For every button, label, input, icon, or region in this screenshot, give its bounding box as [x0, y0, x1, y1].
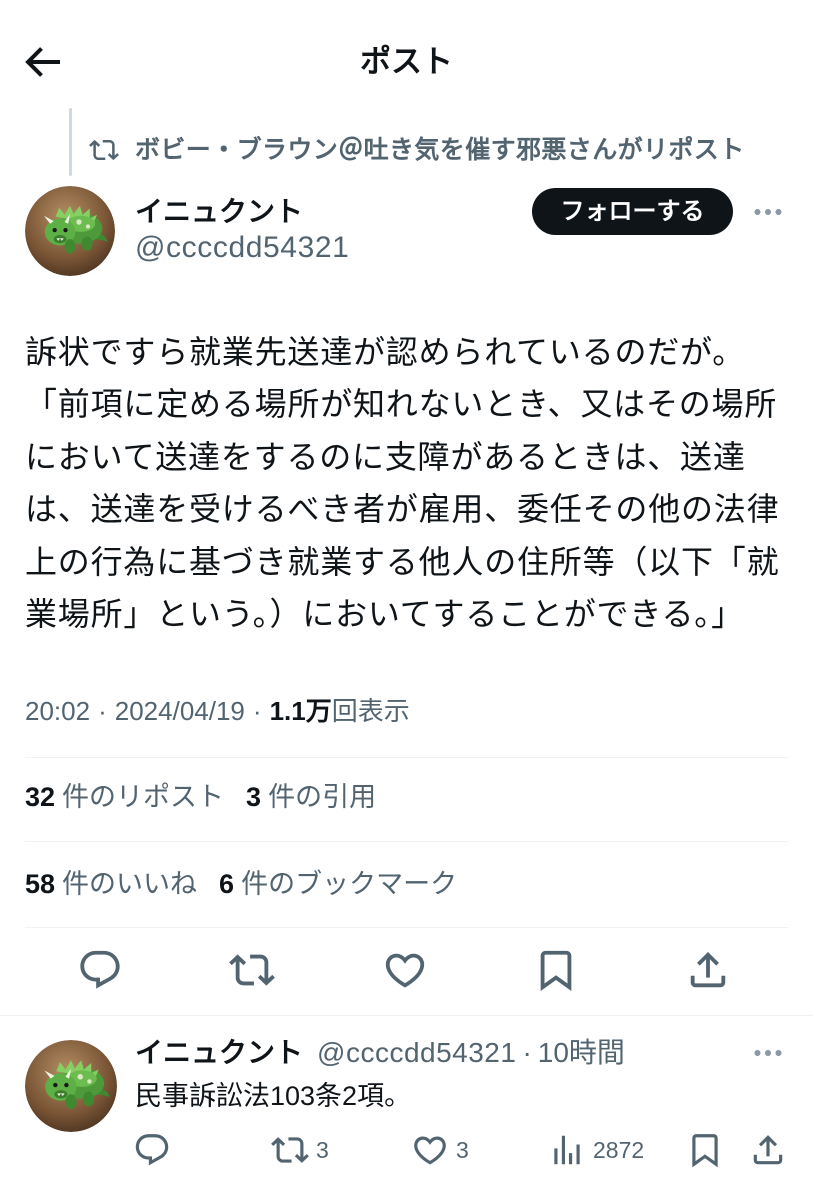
views-button[interactable]: 2872 — [548, 1131, 644, 1169]
retweet-button[interactable]: 3 — [271, 1131, 329, 1169]
separator-dot: · — [98, 696, 107, 726]
reply-icon[interactable] — [77, 947, 123, 993]
share-icon — [749, 1131, 787, 1169]
author-name[interactable]: イニュクント — [135, 194, 303, 230]
views-link[interactable]: 1.1万 回表示 — [270, 693, 410, 729]
retweet-icon — [271, 1131, 309, 1169]
like-count: 3 — [456, 1137, 469, 1163]
like-icon — [411, 1131, 449, 1169]
divider — [25, 757, 788, 758]
likes-stat[interactable]: 58 件のいいね — [25, 866, 197, 902]
views-count: 2872 — [593, 1137, 645, 1163]
thread-rail — [69, 108, 72, 176]
more-icon[interactable] — [750, 1035, 786, 1071]
reply-icon — [133, 1131, 171, 1169]
avatar[interactable] — [25, 186, 115, 276]
tweet-text-line: 上の行為に基づき就業する他人の住所等（以下「就 — [25, 543, 780, 580]
tweet-text: 訴状ですら就業先送達が認められているのだが。 「前項に定める場所が知れないとき、… — [25, 326, 779, 640]
reply-button[interactable] — [133, 1131, 171, 1169]
avatar[interactable] — [25, 1040, 117, 1132]
views-label: 回表示 — [331, 696, 410, 726]
stats-row: 58 件のいいね 6 件のブックマーク — [25, 866, 457, 902]
page-title: ポスト — [360, 44, 453, 79]
bookmark-icon[interactable] — [533, 947, 579, 993]
follow-button[interactable]: フォローする — [532, 188, 733, 235]
likes-label: 件のいいね — [62, 869, 198, 899]
more-icon[interactable] — [750, 194, 786, 230]
views-count: 1.1万 — [269, 696, 332, 726]
repost-context-text: ボビー・ブラウン＠吐き気を催す邪悪さんがリポスト — [135, 136, 745, 164]
bookmarks-count: 6 — [219, 869, 235, 899]
reposts-label: 件のリポスト — [62, 782, 225, 812]
author-handle[interactable]: @ccccdd54321 — [135, 230, 349, 266]
reply-author-name[interactable]: イニュクント — [135, 1035, 303, 1071]
share-button[interactable] — [749, 1131, 787, 1169]
tweet-time[interactable]: 20:02 — [25, 693, 90, 729]
quotes-label: 件の引用 — [268, 782, 377, 812]
quotes-stat[interactable]: 3 件の引用 — [246, 779, 376, 815]
divider — [25, 927, 788, 928]
reply-text: 民事訴訟法103条2項。 — [135, 1081, 412, 1111]
tweet-text-line: において送達をするのに支障があるときは、送達 — [25, 438, 746, 475]
retweet-count: 3 — [316, 1137, 329, 1163]
reposts-count: 32 — [25, 782, 56, 812]
tweet-text-line: は、送達を受けるべき者が雇用、委任その他の法律 — [25, 491, 780, 528]
divider — [25, 841, 788, 842]
separator-dot: · — [252, 696, 262, 726]
tweet-text-line: 業場所」という。）においてすることができる。」 — [25, 595, 744, 632]
retweet-icon[interactable] — [229, 947, 275, 993]
post-detail-screen: ポスト ボビー・ブラウン＠吐き気を催す邪悪さんがリポスト イニュクント @ccc… — [0, 0, 813, 1200]
tweet-date[interactable]: 2024/04/19 — [115, 693, 245, 729]
divider — [0, 1015, 813, 1016]
quotes-count: 3 — [246, 782, 262, 812]
bookmarks-label: 件のブックマーク — [241, 869, 458, 899]
reply-header: イニュクント @ccccdd54321 · 10時間 — [135, 1035, 625, 1071]
reply-author-handle[interactable]: @ccccdd54321 — [317, 1035, 516, 1071]
separator-dot: · — [522, 1037, 532, 1068]
stats-row: 32 件のリポスト 3 件の引用 — [25, 779, 376, 815]
reply-time[interactable]: 10時間 — [538, 1035, 625, 1071]
like-button[interactable]: 3 — [411, 1131, 469, 1169]
like-icon[interactable] — [382, 947, 428, 993]
tweet-text-line: 訴状ですら就業先送達が認められているのだが。 — [25, 334, 746, 370]
repost-context[interactable]: ボビー・ブラウン＠吐き気を催す邪悪さんがリポスト — [89, 133, 745, 167]
tweet-timestamp-row: 20:02 · 2024/04/19 · 1.1万 回表示 — [25, 693, 410, 729]
retweet-icon — [89, 135, 119, 165]
likes-count: 58 — [25, 869, 56, 899]
reposts-stat[interactable]: 32 件のリポスト — [25, 779, 224, 815]
share-icon[interactable] — [685, 947, 731, 993]
tweet-text-line: 「前項に定める場所が知れないとき、又はその場所 — [25, 386, 778, 423]
bookmark-button[interactable] — [686, 1131, 724, 1169]
bookmarks-stat[interactable]: 6 件のブックマーク — [219, 866, 457, 902]
views-icon — [548, 1131, 586, 1169]
bookmark-icon — [686, 1131, 724, 1169]
